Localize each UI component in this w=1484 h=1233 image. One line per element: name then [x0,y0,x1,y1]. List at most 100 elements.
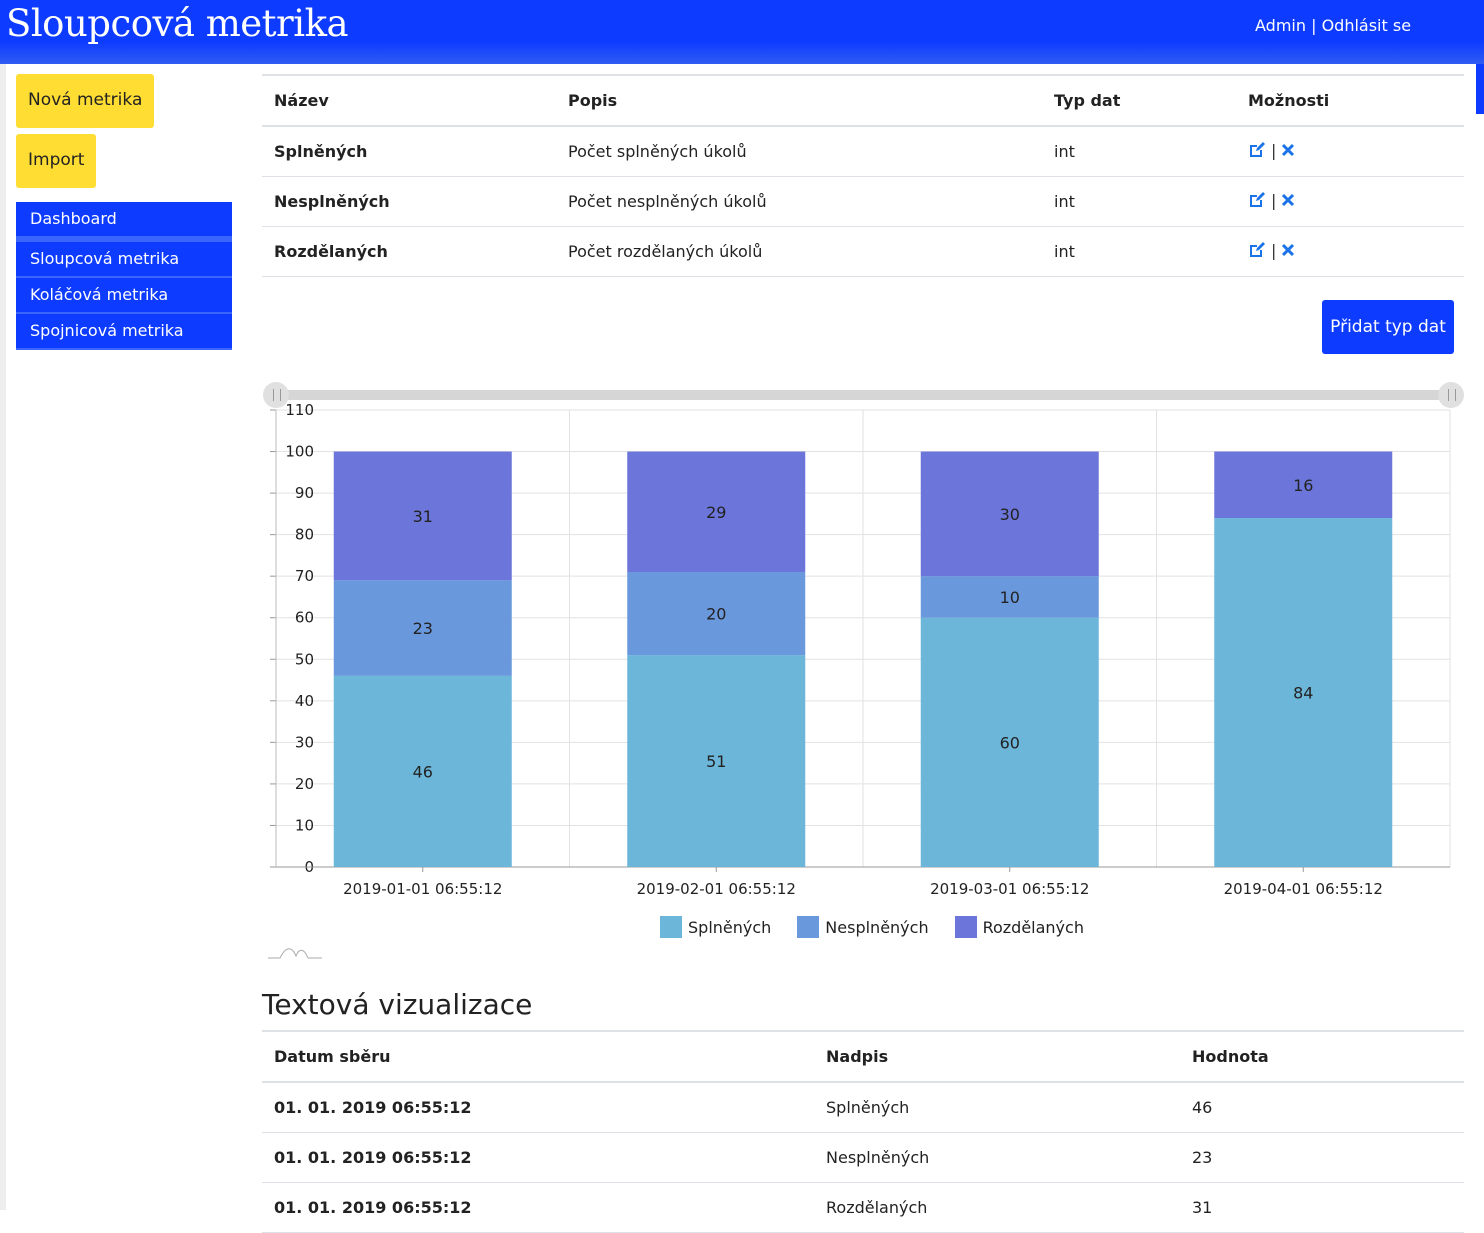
edit-icon[interactable] [1248,141,1266,163]
table-row: Rozdělaných Počet rozdělaných úkolů int … [262,226,1464,277]
column-header-date: Datum sběru [262,1031,814,1083]
options-separator: | [1271,141,1277,160]
type-name: Nesplněných [262,176,556,227]
y-tick-label: 110 [285,401,314,419]
x-tick-label: 2019-01-01 06:55:12 [343,880,502,898]
type-data-type: int [1042,176,1236,227]
record-value: 46 [1180,1082,1464,1133]
type-data-type: int [1042,126,1236,177]
x-tick-label: 2019-03-01 06:55:12 [930,880,1089,898]
y-tick-label: 80 [295,526,314,544]
record-value: 31 [1180,1182,1464,1233]
y-tick-label: 90 [295,484,314,502]
y-tick-label: 60 [295,609,314,627]
column-header-options: Možnosti [1236,75,1464,127]
data-label: 46 [413,762,433,781]
add-data-type-button[interactable]: Přidat typ dat [1322,300,1454,354]
legend-swatch [797,916,820,938]
import-button[interactable]: Import [16,134,97,188]
data-label: 10 [1000,588,1020,607]
type-data-type: int [1042,226,1236,277]
legend-item-splnenych[interactable]: Splněných [660,916,771,938]
row-options: | [1236,226,1464,277]
type-name: Rozdělaných [262,226,556,277]
page-title: Sloupcová metrika [6,2,349,45]
edit-icon[interactable] [1248,191,1266,213]
y-tick-label: 40 [295,692,314,710]
record-value: 23 [1180,1132,1464,1183]
app-header: Sloupcová metrika Admin | Odhlásit se [0,0,1484,64]
close-icon[interactable] [1281,242,1295,261]
sidebar-item-pie-metric[interactable]: Koláčová metrika [16,278,232,314]
legend-label: Nesplněných [825,917,929,937]
data-types-table: Název Popis Typ dat Možnosti Splněných P… [262,74,1464,277]
data-label: 31 [413,507,433,526]
legend-swatch [660,916,682,938]
collection-date: 01. 01. 2019 06:55:12 [262,1182,814,1233]
text-visualization-table: Datum sběru Nadpis Hodnota 01. 01. 2019 … [262,1030,1464,1233]
table-header-row: Název Popis Typ dat Možnosti [262,75,1464,127]
close-icon[interactable] [1281,142,1295,161]
x-tick-label: 2019-02-01 06:55:12 [637,880,796,898]
data-label: 20 [706,605,726,624]
sidebar-item-dashboard[interactable]: Dashboard [16,202,232,242]
sidebar-item-bar-metric[interactable]: Sloupcová metrika [16,242,232,278]
column-header-data-type: Typ dat [1042,75,1236,127]
type-description: Počet rozdělaných úkolů [556,226,1042,277]
y-tick-label: 70 [295,567,314,585]
data-label: 29 [706,503,726,522]
text-visualization-title: Textová vizualizace [262,988,533,1021]
record-label: Splněných [814,1082,1180,1133]
data-label: 23 [413,619,433,638]
user-menu-separator: | [1311,16,1317,35]
chart-legend: Splněných Nesplněných Rozdělaných [660,916,1084,938]
sidebar-item-line-metric[interactable]: Spojnicová metrika [16,314,232,350]
chart-range-slider[interactable] [276,390,1452,400]
collection-date: 01. 01. 2019 06:55:12 [262,1132,814,1183]
data-label: 51 [706,752,726,771]
type-description: Počet nesplněných úkolů [556,176,1042,227]
edit-icon[interactable] [1248,241,1266,263]
close-icon[interactable] [1281,192,1295,211]
table-row: 01. 01. 2019 06:55:12 Splněných 46 [262,1082,1464,1133]
table-row: 01. 01. 2019 06:55:12 Nesplněných 23 [262,1132,1464,1183]
record-label: Nesplněných [814,1132,1180,1183]
admin-link[interactable]: Admin [1255,16,1306,35]
x-tick-label: 2019-04-01 06:55:12 [1224,880,1383,898]
data-label: 16 [1293,476,1313,495]
data-label: 30 [1000,505,1020,524]
type-description: Počet splněných úkolů [556,126,1042,177]
logout-link[interactable]: Odhlásit se [1322,16,1411,35]
y-tick-label: 10 [295,816,314,834]
column-header-value: Hodnota [1180,1031,1464,1083]
column-header-description: Popis [556,75,1042,127]
table-row: Nesplněných Počet nesplněných úkolů int … [262,176,1464,227]
type-name: Splněných [262,126,556,177]
row-options: | [1236,176,1464,227]
legend-label: Splněných [688,917,772,937]
options-separator: | [1271,241,1277,260]
user-menu: Admin | Odhlásit se [1255,16,1411,35]
sidebar-nav: Dashboard Sloupcová metrika Koláčová met… [16,202,232,350]
y-tick-label: 100 [285,443,314,461]
y-tick-label: 30 [295,733,314,751]
y-tick-label: 20 [295,775,314,793]
data-label: 60 [1000,733,1020,752]
legend-label: Rozdělaných [982,917,1084,937]
collection-date: 01. 01. 2019 06:55:12 [262,1082,814,1133]
options-separator: | [1271,191,1277,210]
record-label: Rozdělaných [814,1182,1180,1233]
column-header-name: Název [262,75,556,127]
legend-item-rozdelanych[interactable]: Rozdělaných [954,916,1084,938]
minimap-wave-icon [268,948,322,959]
right-frame [1476,64,1484,114]
column-header-label: Nadpis [814,1031,1180,1083]
y-tick-label: 50 [295,650,314,668]
legend-swatch [954,916,977,938]
table-row: Splněných Počet splněných úkolů int | [262,126,1464,177]
row-options: | [1236,126,1464,177]
table-row: 01. 01. 2019 06:55:12 Rozdělaných 31 [262,1182,1464,1233]
stacked-bar-chart: 01020304050607080901001104623312019-01-0… [270,401,1451,898]
new-metric-button[interactable]: Nová metrika [16,74,155,128]
legend-item-nesplnenych[interactable]: Nesplněných [797,916,929,938]
